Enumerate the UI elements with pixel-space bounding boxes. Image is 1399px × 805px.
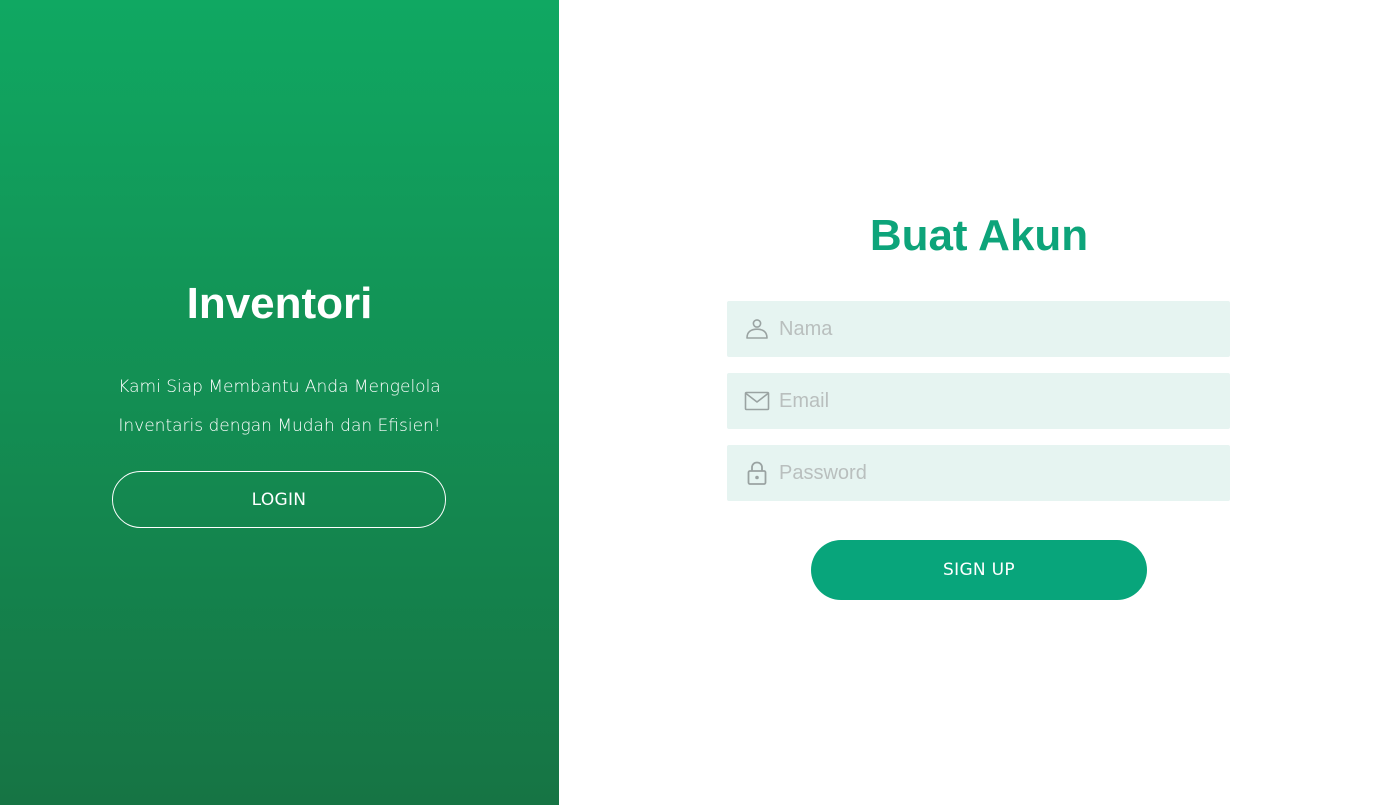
name-field	[727, 301, 1230, 357]
user-icon	[744, 316, 770, 342]
lock-icon	[744, 460, 770, 486]
tagline-line-1: Kami Siap Membantu Anda Mengelola	[118, 377, 441, 397]
brand-title: Inventori	[186, 279, 373, 328]
tagline: Kami Siap Membantu Anda Mengelola Invent…	[0, 368, 559, 446]
email-field	[727, 373, 1230, 429]
form-title: Buat Akun	[869, 211, 1089, 260]
tagline-line-2: Inventaris dengan Mudah dan Efisien!	[118, 416, 441, 436]
email-input[interactable]	[779, 373, 1230, 429]
signup-button[interactable]: SIGN UP	[811, 540, 1147, 600]
name-input[interactable]	[779, 301, 1230, 357]
signup-form-panel: Buat Akun Nama Email SIGN UP	[559, 0, 1399, 805]
login-button[interactable]: LOGIN	[112, 471, 446, 528]
mail-icon	[744, 388, 770, 414]
signup-page: Inventori Kami Siap Membantu Anda Mengel…	[0, 0, 1399, 805]
welcome-panel: Inventori Kami Siap Membantu Anda Mengel…	[0, 0, 559, 805]
password-field	[727, 445, 1230, 501]
password-input[interactable]	[779, 445, 1230, 501]
